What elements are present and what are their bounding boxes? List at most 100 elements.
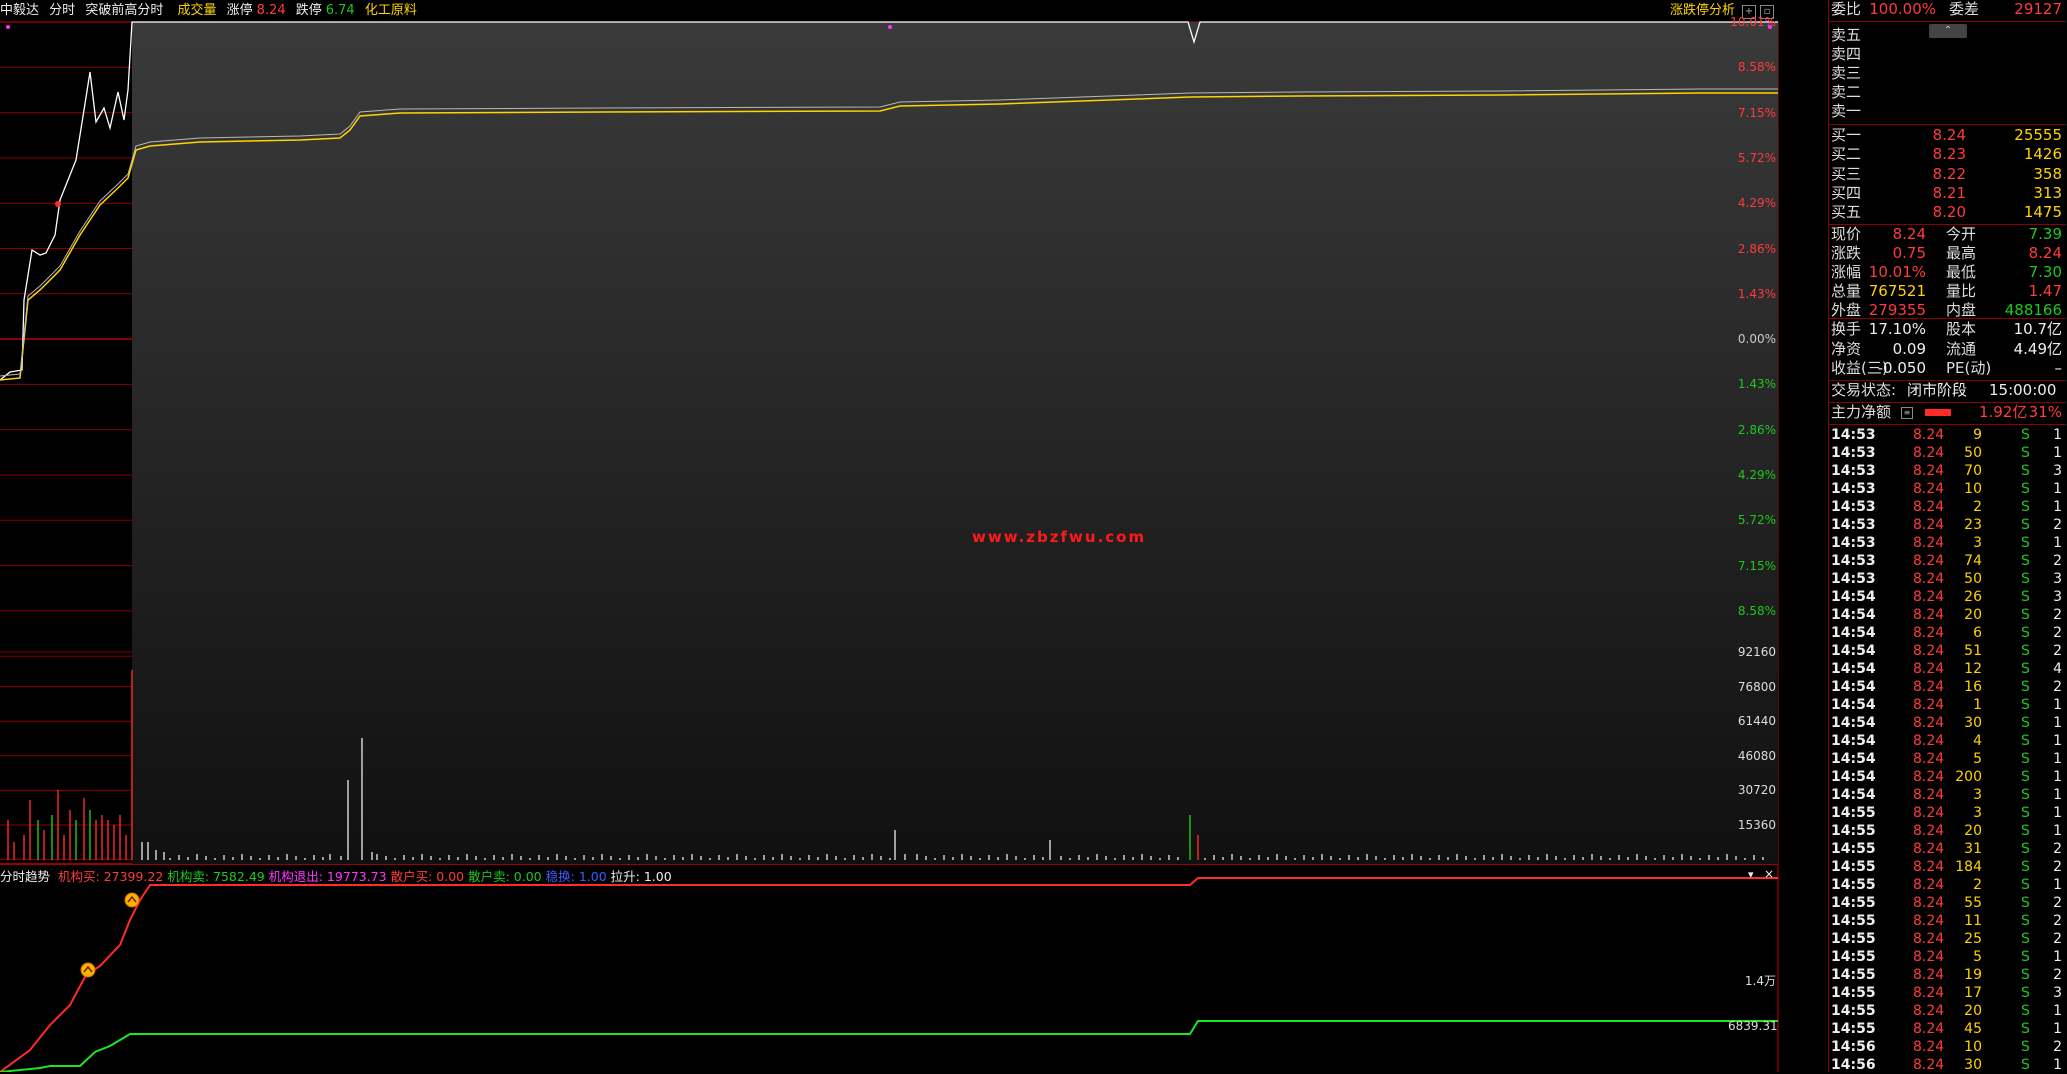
tick-side: S [2021, 787, 2030, 803]
tick-side: S [2021, 931, 2030, 947]
weibi-value: 100.00% [1869, 0, 1936, 18]
tick-row[interactable]: 14:54 8.24 16 S 2 [1829, 678, 2066, 696]
tick-row[interactable]: 14:53 8.24 2 S 1 [1829, 498, 2066, 516]
tick-time: 14:54 [1831, 679, 1876, 695]
stat-row-label: 涨幅 [1831, 263, 1862, 281]
tick-row[interactable]: 14:55 8.24 45 S 1 [1829, 1020, 2066, 1038]
stat-row: 现价 8.24 今开 7.39 [1829, 225, 2066, 244]
tick-volume: 3 [1973, 805, 1982, 821]
indicator-label[interactable]: 突破前高分时 [85, 3, 163, 18]
tick-volume: 26 [1964, 589, 1982, 605]
tick-count: 1 [2053, 715, 2062, 731]
tick-time: 14:55 [1831, 931, 1876, 947]
tick-count: 1 [2053, 427, 2062, 443]
tick-row[interactable]: 14:55 8.24 184 S 2 [1829, 858, 2066, 876]
sub-chart-title[interactable]: 分时趋势 [0, 869, 50, 884]
tick-row[interactable]: 14:54 8.24 5 S 1 [1829, 750, 2066, 768]
tick-volume: 23 [1964, 517, 1982, 533]
tick-row[interactable]: 14:55 8.24 20 S 1 [1829, 822, 2066, 840]
tick-time: 14:53 [1831, 571, 1876, 587]
buy-level-price: 8.20 [1932, 203, 1966, 222]
tick-count: 1 [2053, 733, 2062, 749]
intraday-chart[interactable] [0, 0, 1828, 1072]
tick-row[interactable]: 14:54 8.24 30 S 1 [1829, 714, 2066, 732]
industry-label[interactable]: 化工原料 [365, 3, 417, 18]
tick-side: S [2021, 607, 2030, 623]
buy-level: 买三 8.22 358 [1829, 165, 2066, 184]
tick-row[interactable]: 14:55 8.24 19 S 2 [1829, 966, 2066, 984]
tick-row[interactable]: 14:54 8.24 20 S 2 [1829, 606, 2066, 624]
buy-level-price: 8.21 [1932, 183, 1966, 202]
tick-row[interactable]: 14:55 8.24 3 S 1 [1829, 804, 2066, 822]
main-force-row: 主力净额 ≡ 1.92亿 31% [1829, 403, 2066, 422]
tick-row[interactable]: 14:55 8.24 11 S 2 [1829, 912, 2066, 930]
close-icon[interactable]: × [1764, 867, 1774, 881]
tick-row[interactable]: 14:53 8.24 9 S 1 [1829, 426, 2066, 444]
tick-volume: 3 [1973, 787, 1982, 803]
tick-time: 14:55 [1831, 967, 1876, 983]
tick-count: 1 [2053, 751, 2062, 767]
tick-side: S [2021, 697, 2030, 713]
tick-count: 1 [2053, 481, 2062, 497]
sub-axis-label: 1.4万 [1744, 974, 1776, 988]
tick-time: 14:56 [1831, 1057, 1876, 1073]
tick-count: 1 [2053, 949, 2062, 965]
tick-side: S [2021, 571, 2030, 587]
tick-volume: 2 [1973, 877, 1982, 893]
tick-price: 8.24 [1913, 463, 1945, 479]
tick-row[interactable]: 14:55 8.24 5 S 1 [1829, 948, 2066, 966]
mode-label[interactable]: 分时 [49, 3, 75, 18]
stat2-row-value: -0.050 [1877, 359, 1926, 377]
dropdown-icon[interactable]: ▾ [1748, 868, 1754, 881]
tick-side: S [2021, 481, 2030, 497]
tick-price: 8.24 [1913, 841, 1945, 857]
tick-count: 2 [2053, 913, 2062, 929]
tick-row[interactable]: 14:53 8.24 23 S 2 [1829, 516, 2066, 534]
stock-name[interactable]: 中毅达 [0, 3, 39, 18]
tick-row[interactable]: 14:53 8.24 74 S 2 [1829, 552, 2066, 570]
tick-row[interactable]: 14:53 8.24 50 S 1 [1829, 444, 2066, 462]
tick-row[interactable]: 14:53 8.24 10 S 1 [1829, 480, 2066, 498]
tick-row[interactable]: 14:55 8.24 31 S 2 [1829, 840, 2066, 858]
tick-row[interactable]: 14:53 8.24 70 S 3 [1829, 462, 2066, 480]
sub-indicator-item: 拉升: 1.00 [610, 869, 672, 884]
buy-level-volume: 1475 [2023, 203, 2062, 222]
tick-price: 8.24 [1913, 1021, 1945, 1037]
tick-volume: 11 [1964, 913, 1982, 929]
tick-row[interactable]: 14:55 8.24 55 S 2 [1829, 894, 2066, 912]
limit-up-value: 8.24 [256, 3, 286, 18]
tick-count: 2 [2053, 679, 2062, 695]
tick-row[interactable]: 14:54 8.24 26 S 3 [1829, 588, 2066, 606]
sell-level-label: 卖二 [1831, 83, 1862, 101]
tick-time: 14:55 [1831, 1021, 1876, 1037]
tick-row[interactable]: 14:54 8.24 200 S 1 [1829, 768, 2066, 786]
tick-row[interactable]: 14:54 8.24 4 S 1 [1829, 732, 2066, 750]
tick-row[interactable]: 14:55 8.24 17 S 3 [1829, 984, 2066, 1002]
tick-price: 8.24 [1913, 787, 1945, 803]
tick-row[interactable]: 14:54 8.24 12 S 4 [1829, 660, 2066, 678]
tick-time: 14:54 [1831, 769, 1876, 785]
tick-row[interactable]: 14:53 8.24 50 S 3 [1829, 570, 2066, 588]
tick-count: 1 [2053, 1003, 2062, 1019]
tick-row[interactable]: 14:54 8.24 3 S 1 [1829, 786, 2066, 804]
tick-row[interactable]: 14:56 8.24 30 S 1 [1829, 1056, 2066, 1074]
trade-time: 15:00:00 [1989, 381, 2057, 399]
tick-price: 8.24 [1913, 859, 1945, 875]
tick-row[interactable]: 14:54 8.24 6 S 2 [1829, 624, 2066, 642]
buy-level-volume: 358 [2033, 164, 2062, 183]
tick-row[interactable]: 14:54 8.24 1 S 1 [1829, 696, 2066, 714]
tick-time: 14:54 [1831, 661, 1876, 677]
tick-count: 2 [2053, 553, 2062, 569]
tick-row[interactable]: 14:54 8.24 51 S 2 [1829, 642, 2066, 660]
limit-analysis-link[interactable]: 涨跌停分析 [1670, 0, 1735, 22]
tick-row[interactable]: 14:55 8.24 20 S 1 [1829, 1002, 2066, 1020]
tick-row[interactable]: 14:53 8.24 3 S 1 [1829, 534, 2066, 552]
stat2-row-value: 17.10% [1868, 320, 1926, 338]
tick-side: S [2021, 499, 2030, 515]
trade-status-value: 闭市阶段 [1907, 381, 1968, 399]
tick-row[interactable]: 14:55 8.24 25 S 2 [1829, 930, 2066, 948]
tick-row[interactable]: 14:56 8.24 10 S 2 [1829, 1038, 2066, 1056]
tick-time: 14:54 [1831, 643, 1876, 659]
tick-row[interactable]: 14:55 8.24 2 S 1 [1829, 876, 2066, 894]
info-icon[interactable]: ≡ [1901, 407, 1913, 419]
